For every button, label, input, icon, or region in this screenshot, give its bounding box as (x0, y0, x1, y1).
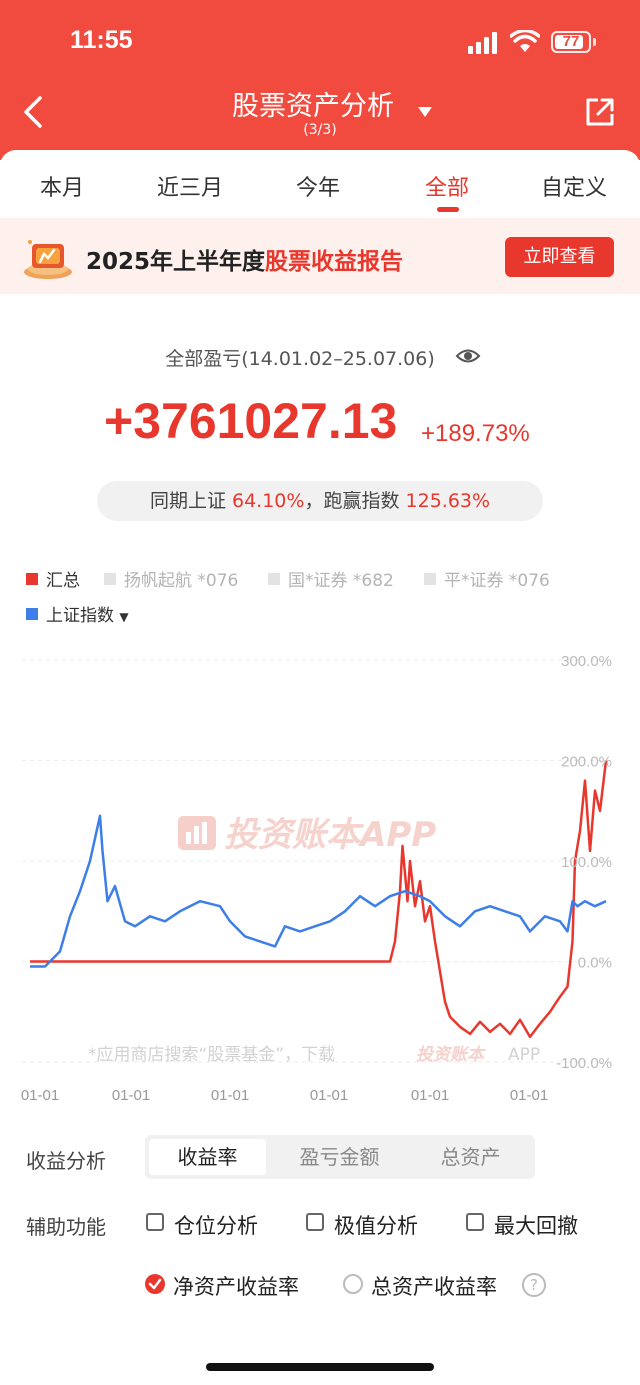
legend-label: 扬帆起航 *076 (124, 571, 239, 591)
analysis-label: 收益分析 (26, 1149, 106, 1173)
aux-label: 辅助功能 (26, 1215, 106, 1239)
home-indicator (206, 1363, 434, 1371)
compare-mid: ，跑赢指数 (304, 490, 400, 512)
watermark-hint: *应用商店搜索“股票基金”，下载 (88, 1045, 335, 1065)
watermark-hint-tail: APP (508, 1045, 540, 1065)
returns-chart[interactable]: 投资账本APP *应用商店搜索“股票基金”，下载 投资账本 APP 300.0%… (0, 640, 640, 1110)
banner-title-highlight: 股票收益报告 (265, 249, 404, 275)
segment-pl-amount[interactable]: 盈亏金额 (281, 1139, 398, 1175)
legend-swatch (268, 573, 280, 585)
x-axis-ticks: 01-01 01-01 01-01 01-01 01-01 01-01 (21, 1087, 548, 1104)
position-analysis-label[interactable]: 仓位分析 (174, 1210, 258, 1240)
chart-grid (22, 659, 612, 1063)
compare-index-value: 64.10% (232, 490, 305, 512)
legend-swatch (26, 608, 38, 620)
x-tick-label: 01-01 (310, 1087, 348, 1104)
segment-total-assets[interactable]: 总资产 (412, 1139, 529, 1175)
total-asset-return-radio[interactable] (343, 1274, 363, 1294)
status-time: 11:55 (70, 26, 133, 54)
tab-this-year[interactable]: 今年 (296, 170, 340, 202)
battery-icon: 77 (551, 31, 591, 53)
legend-swatch (104, 573, 116, 585)
position-analysis-checkbox[interactable] (146, 1213, 164, 1231)
legend-item-account-3[interactable]: 平*证券 *076 (424, 566, 550, 591)
battery-level: 77 (562, 33, 580, 50)
total-pl-percent: +189.73% (421, 420, 530, 447)
legend-item-account-1[interactable]: 扬帆起航 *076 (104, 566, 238, 591)
legend-label: 汇总 (46, 571, 80, 591)
banner-title: 2025年上半年度股票收益报告 (86, 242, 403, 276)
legend-swatch (26, 573, 38, 585)
signal-icon (468, 32, 497, 54)
trophy-icon (24, 240, 72, 279)
page-title[interactable]: 股票资产分析 (232, 84, 394, 123)
extreme-analysis-checkbox[interactable] (306, 1213, 324, 1231)
page-subtitle: (3/3) (303, 122, 337, 138)
chart-watermark: 投资账本APP *应用商店搜索“股票基金”，下载 投资账本 APP (88, 815, 540, 1065)
eye-icon[interactable] (455, 345, 481, 367)
wifi-icon (510, 30, 540, 52)
legend-item-account-2[interactable]: 国*证券 *682 (268, 566, 394, 591)
series-line (30, 760, 608, 1039)
tab-custom[interactable]: 自定义 (541, 170, 607, 202)
net-asset-return-label[interactable]: 净资产收益率 (173, 1271, 299, 1301)
x-tick-label: 01-01 (21, 1087, 59, 1104)
chart-series (30, 760, 608, 1039)
y-tick-label: 0.0% (578, 955, 612, 972)
check-icon (148, 1278, 162, 1290)
legend-item-total[interactable]: 汇总 (26, 566, 80, 591)
tab-three-months[interactable]: 近三月 (157, 170, 223, 202)
compare-beat-value: 125.63% (405, 490, 491, 512)
y-tick-label: 200.0% (561, 754, 612, 771)
chevron-down-icon[interactable] (417, 106, 433, 118)
max-drawdown-checkbox[interactable] (466, 1213, 484, 1231)
index-compare-pill: 同期上证 64.10%，跑赢指数 125.63% (97, 481, 543, 521)
total-pl-label: 全部盈亏(14.01.02–25.07.06) (165, 348, 435, 370)
watermark-hint-logo: 投资账本 (416, 1045, 487, 1065)
caret-down-icon[interactable]: ▼ (119, 610, 128, 624)
legend-item-index[interactable]: 上证指数 ▼ (26, 601, 129, 626)
y-tick-label: 100.0% (561, 854, 612, 871)
legend-label: 上证指数 (46, 606, 114, 626)
legend-label: 国*证券 *682 (288, 571, 394, 591)
view-report-button[interactable]: 立即查看 (505, 237, 614, 277)
legend-label: 平*证券 *076 (444, 571, 550, 591)
total-pl-value: +3761027.13 (104, 393, 398, 449)
watermark-logo-icon (178, 816, 216, 850)
x-tick-label: 01-01 (411, 1087, 449, 1104)
max-drawdown-label[interactable]: 最大回撤 (494, 1210, 578, 1240)
legend-swatch (424, 573, 436, 585)
segment-return-rate[interactable]: 收益率 (149, 1139, 266, 1175)
compare-prefix: 同期上证 (149, 490, 226, 512)
net-asset-return-radio[interactable] (145, 1274, 165, 1294)
status-bar: 11:55 77 (0, 0, 640, 80)
x-tick-label: 01-01 (211, 1087, 249, 1104)
watermark-logo-text: 投资账本APP (224, 815, 436, 855)
x-tick-label: 01-01 (112, 1087, 150, 1104)
banner-title-main: 2025年上半年度 (86, 249, 266, 275)
tab-active-indicator (437, 207, 459, 212)
tab-all[interactable]: 全部 (425, 170, 469, 202)
x-tick-label: 01-01 (510, 1087, 548, 1104)
tab-this-month[interactable]: 本月 (40, 170, 84, 202)
total-asset-return-label[interactable]: 总资产收益率 (371, 1271, 497, 1301)
help-icon[interactable]: ? (522, 1273, 546, 1297)
share-icon[interactable] (584, 96, 616, 128)
y-tick-label: 300.0% (561, 653, 612, 670)
y-tick-label: -100.0% (556, 1055, 612, 1072)
extreme-analysis-label[interactable]: 极值分析 (334, 1210, 418, 1240)
y-axis-ticks: 300.0% 200.0% 100.0% 0.0% -100.0% (556, 653, 612, 1072)
